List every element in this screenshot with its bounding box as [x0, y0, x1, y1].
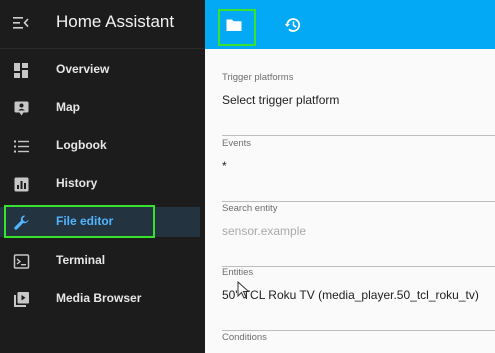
search-entity-label: Search entity	[222, 203, 278, 214]
entities-select[interactable]: Entities 50" TCL Roku TV (media_player.5…	[222, 267, 495, 331]
entities-label: Entities	[222, 267, 254, 278]
sidebar-item-logbook[interactable]: Logbook	[0, 131, 205, 161]
sidebar-item-media-browser[interactable]: Media Browser	[0, 284, 205, 314]
open-folder-button[interactable]	[219, 10, 249, 40]
sidebar-item-label: File editor	[56, 214, 114, 228]
history-icon	[284, 18, 301, 32]
terminal-icon	[13, 253, 30, 270]
wrench-icon	[13, 214, 30, 231]
mouse-cursor-icon	[237, 281, 250, 299]
sidebar-item-label: Map	[56, 100, 80, 114]
logbook-icon	[13, 138, 30, 155]
events-label: Events	[222, 138, 252, 149]
folder-icon	[226, 19, 242, 31]
sidebar-item-label: Terminal	[56, 253, 106, 267]
trigger-platforms-select[interactable]: Trigger platforms Select trigger platfor…	[222, 72, 495, 136]
sidebar-item-label: History	[56, 176, 98, 190]
search-entity-placeholder: sensor.example	[222, 224, 307, 238]
events-value: *	[222, 159, 227, 173]
sidebar-header: Home Assistant	[0, 0, 205, 49]
trigger-platforms-value: Select trigger platform	[222, 93, 340, 107]
map-icon	[13, 100, 30, 117]
sidebar-item-label: Media Browser	[56, 291, 142, 305]
sidebar-item-label: Overview	[56, 62, 110, 76]
sidebar-item-file-editor[interactable]: File editor	[0, 207, 200, 237]
app-title: Home Assistant	[56, 12, 175, 31]
sidebar-item-map[interactable]: Map	[0, 93, 205, 123]
media-browser-icon	[13, 291, 30, 308]
sidebar-item-terminal[interactable]: Terminal	[0, 246, 205, 276]
overview-icon	[13, 62, 30, 79]
entities-value: 50" TCL Roku TV (media_player.50_tcl_rok…	[222, 288, 479, 302]
conditions-label: Conditions	[222, 332, 267, 343]
menu-toggle-icon[interactable]	[12, 14, 30, 32]
history-chart-icon	[13, 176, 30, 193]
sidebar-item-label: Logbook	[56, 138, 107, 152]
search-entity-field[interactable]: Search entity sensor.example	[222, 203, 495, 267]
conditions-field[interactable]: Conditions	[222, 332, 495, 353]
sidebar-item-overview[interactable]: Overview	[0, 55, 205, 85]
sidebar: Home Assistant Overview Map Logbook Hist…	[0, 0, 205, 353]
events-field[interactable]: Events *	[222, 138, 495, 202]
history-button[interactable]	[278, 10, 308, 40]
sidebar-item-history[interactable]: History	[0, 169, 205, 199]
trigger-platforms-label: Trigger platforms	[222, 72, 294, 83]
top-toolbar	[205, 0, 495, 49]
